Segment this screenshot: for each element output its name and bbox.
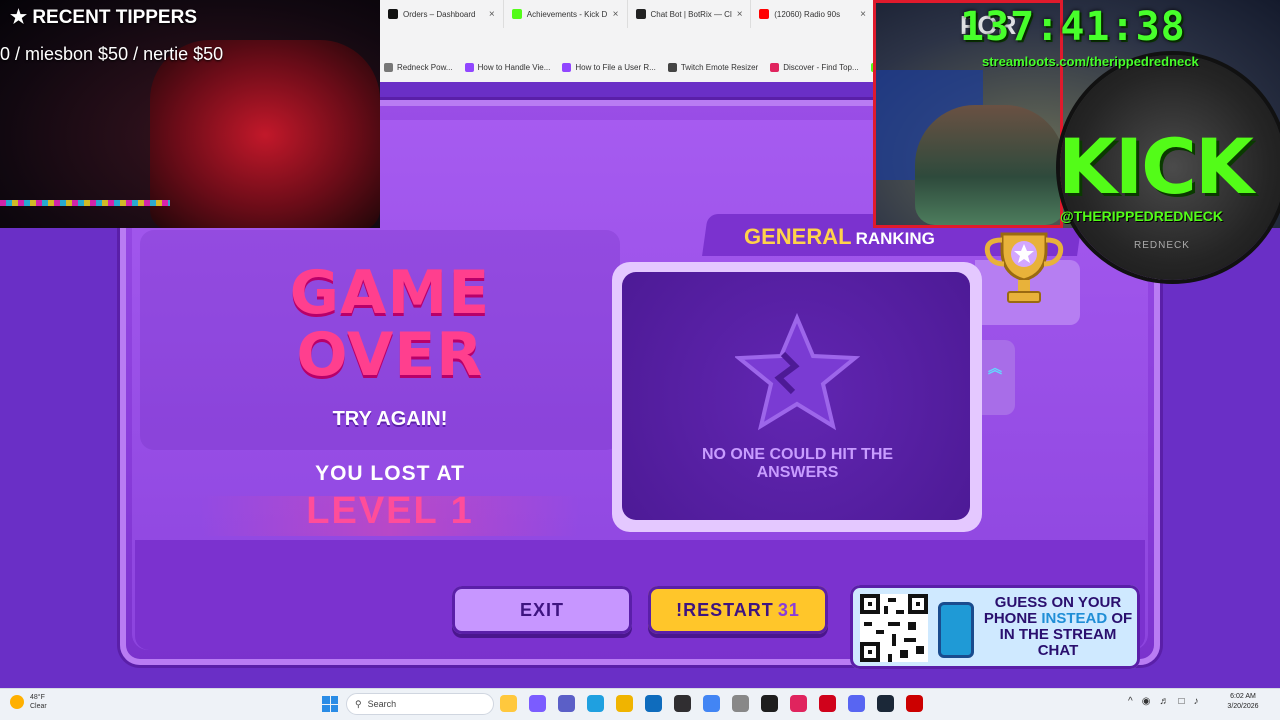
obs-icon[interactable] [674,695,691,712]
teams-icon[interactable] [558,695,575,712]
restart-count: 31 [777,599,800,620]
bookmark-icon [384,62,393,72]
bookmark-item[interactable]: How to File a User R... [562,62,656,72]
try-again-label: TRY AGAIN! [332,408,448,430]
close-icon[interactable]: × [489,9,495,20]
weather-temp: 48°F [30,694,45,701]
youtube-icon [759,9,770,19]
recent-tippers-label: RECENT TIPPERS [32,7,198,28]
bookmark-item[interactable]: Twitch Emote Resizer [667,62,759,72]
botrix-icon [635,9,646,19]
browser-tab[interactable]: Orders – Dashboard × [380,0,504,28]
close-icon[interactable]: × [737,9,743,20]
bookmark-label: Discover - Find Top... [783,62,859,72]
clock-date: 3/20/2026 [1227,703,1259,710]
browser-tab-label: (12060) Radio 90s [774,9,841,19]
search-icon: ⚲ [355,698,362,709]
monitor-icon[interactable]: □ [1178,696,1184,707]
chevron-up-icon: ︽ [988,360,1002,376]
browser-tab-label: Chat Bot | BotRix — Cl [650,9,732,19]
bookmarks-bar: Redneck Pow... How to Handle Vie... How to… [380,56,880,78]
heartbeat-icon[interactable] [790,695,807,712]
bookmark-icon [562,62,572,72]
exit-button[interactable]: EXIT [452,586,632,634]
browser-tab[interactable]: (12060) Radio 90s × [751,0,875,28]
gaming-chair [150,40,380,228]
recent-tippers-ticker: 0 / miesbon $50 / nertie $50 [0,44,224,64]
terminal-icon[interactable] [761,695,778,712]
bookmark-icon [667,62,677,72]
network-icon[interactable]: ◉ [1142,696,1151,707]
led-lights [0,200,170,206]
clock-time: 6:02 AM [1230,693,1256,700]
weather-condition: Clear [30,703,47,710]
no-one-hit-message: NO ONE COULD HIT THE ANSWERS [701,446,894,481]
speaker-icon[interactable]: ♪ [1193,696,1198,707]
bookmark-label: How to File a User R... [575,62,656,72]
browser-tab[interactable]: Chat Bot | BotRix — Cl × [628,0,752,28]
game-over-title: GAME OVER [289,258,491,390]
qr-text-highlight: INSTEAD [1041,610,1108,627]
recent-tippers-title: ★ RECENT TIPPERS [10,7,198,28]
copilot-icon[interactable] [529,695,546,712]
weather-widget[interactable]: 48°F Clear [10,693,47,711]
bookmark-item[interactable]: How to Handle Vie... [464,62,551,72]
phone-icon [938,602,974,658]
ranking-title: GENERAL [744,224,852,249]
restart-button[interactable]: !RESTART 31 [648,586,828,634]
browser-tab[interactable]: Achievements - Kick D × [504,0,628,28]
browser-tab-label: Achievements - Kick D [526,9,608,19]
outlook-icon[interactable] [645,695,662,712]
microphone-icon[interactable]: ♬ [1159,696,1169,707]
taskbar-search[interactable]: ⚲ Search [346,693,494,715]
chevron-up-icon[interactable]: ^ [1128,696,1133,707]
bookmark-label: Redneck Pow... [397,62,453,72]
bookmark-label: Twitch Emote Resizer [680,62,759,72]
ranking-subtitle: RANKING [855,229,935,248]
qr-code-icon [860,594,928,662]
level-value: LEVEL 1 [306,490,474,532]
steam-icon[interactable] [877,695,894,712]
bookmark-item[interactable]: Discover - Find Top... [770,62,859,72]
close-icon[interactable]: × [613,9,619,20]
phone-guess-text: GUESS ON YOUR PHONE INSTEAD OF IN THE ST… [982,595,1134,659]
kick-handle: @THERIPPEDREDNECK [1060,208,1224,224]
bookmark-icon [770,62,780,72]
dashboard-icon [388,9,398,19]
start-button[interactable] [322,696,338,712]
restart-label: !RESTART [676,599,774,620]
close-icon[interactable]: × [860,9,866,20]
subathon-timer: 137:41:38 [960,4,1186,50]
kick-icon [511,9,522,19]
folder-icon[interactable] [616,695,633,712]
browser-window: Orders – Dashboard × Achievements - Kick D… [380,0,880,82]
search-placeholder: Search [367,699,397,709]
broken-star-icon [735,312,860,431]
taskbar-clock[interactable]: 6:02 AM 3/20/2026 [1222,692,1264,712]
browser-tab-strip: Orders – Dashboard × Achievements - Kick D… [380,0,875,28]
webcam-left [0,0,380,228]
fan-icon[interactable] [732,695,749,712]
system-tray: ^ ◉ ♬ □ ♪ [1128,696,1198,707]
chrome-icon[interactable] [703,695,720,712]
taskbar-apps [500,695,923,712]
browser-tab-label: Orders – Dashboard [403,9,476,19]
lost-at-label: YOU LOST AT [315,462,465,485]
bookmark-item[interactable]: Redneck Pow... [384,62,453,72]
trophy-icon [984,232,1064,303]
bookmark-label: How to Handle Vie... [477,62,551,72]
record-icon[interactable] [906,695,923,712]
streamloots-url: streamloots.com/therippedredneck [982,54,1199,69]
kick-logo-text: KICK [1058,122,1254,211]
weather-icon [10,695,24,709]
file-explorer-icon[interactable] [500,695,517,712]
edge-icon[interactable] [587,695,604,712]
logo-caption: REDNECK [1134,240,1190,251]
discord-icon[interactable] [848,695,865,712]
bookmark-icon [464,62,474,72]
game-icon[interactable] [819,695,836,712]
